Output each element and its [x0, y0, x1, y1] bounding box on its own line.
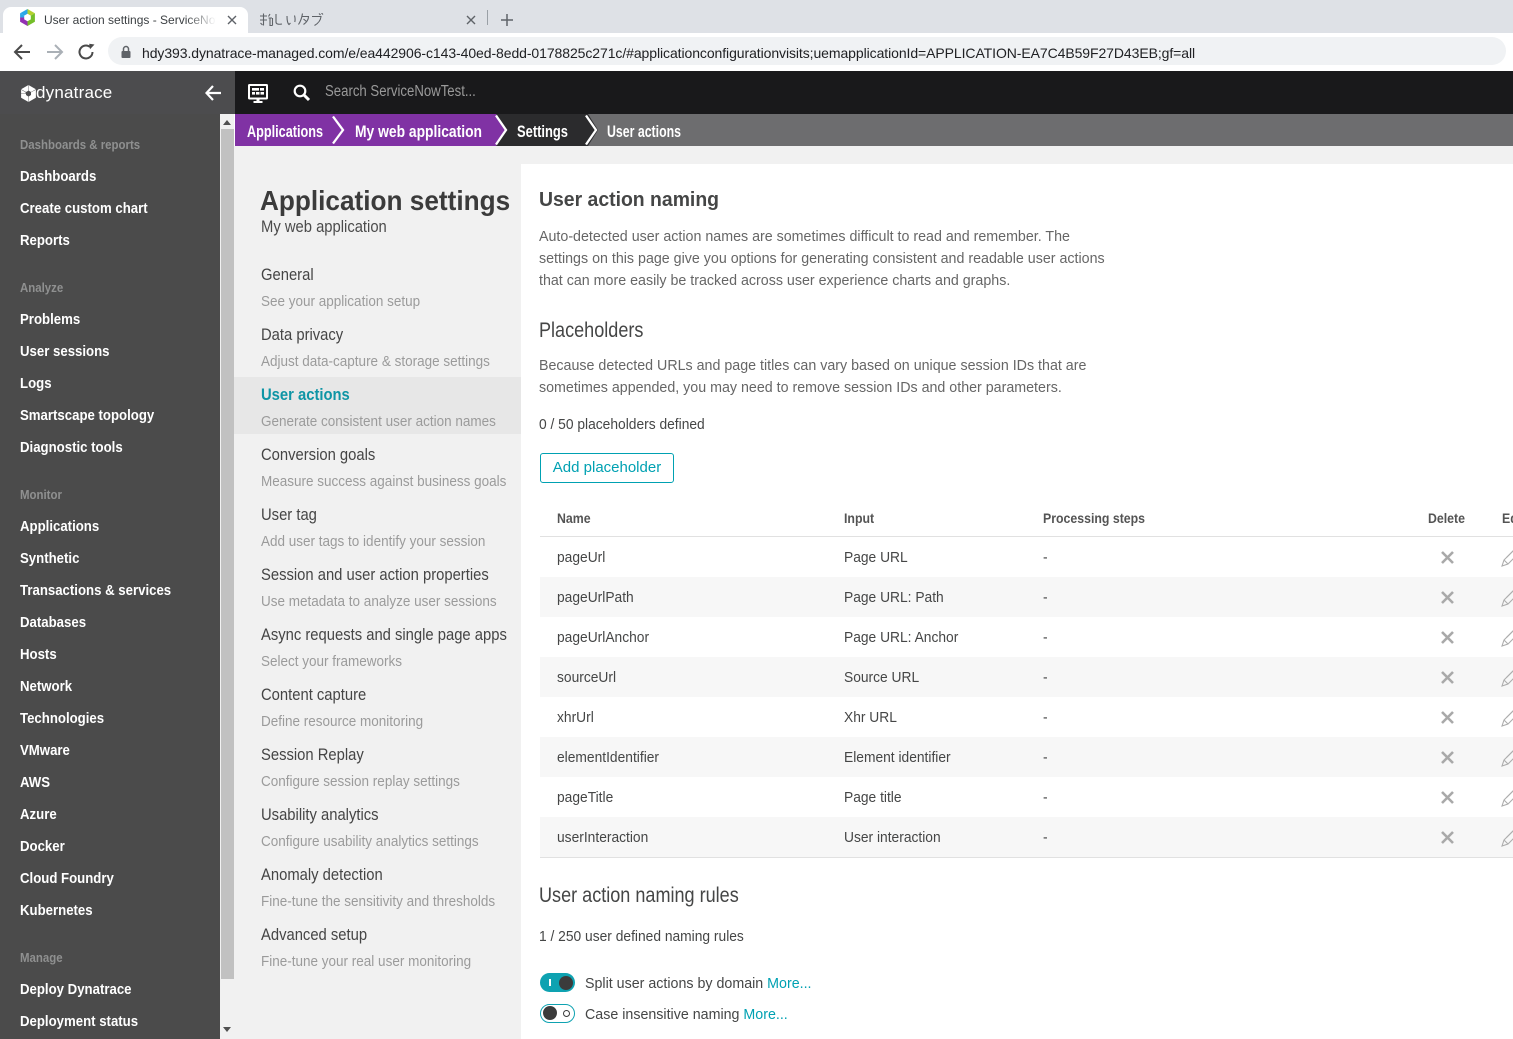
- svg-text:Settings: Settings: [517, 122, 568, 141]
- svg-text:User actions: User actions: [607, 122, 681, 141]
- svg-text:My web application: My web application: [355, 122, 482, 141]
- svg-text:Applications: Applications: [247, 122, 323, 141]
